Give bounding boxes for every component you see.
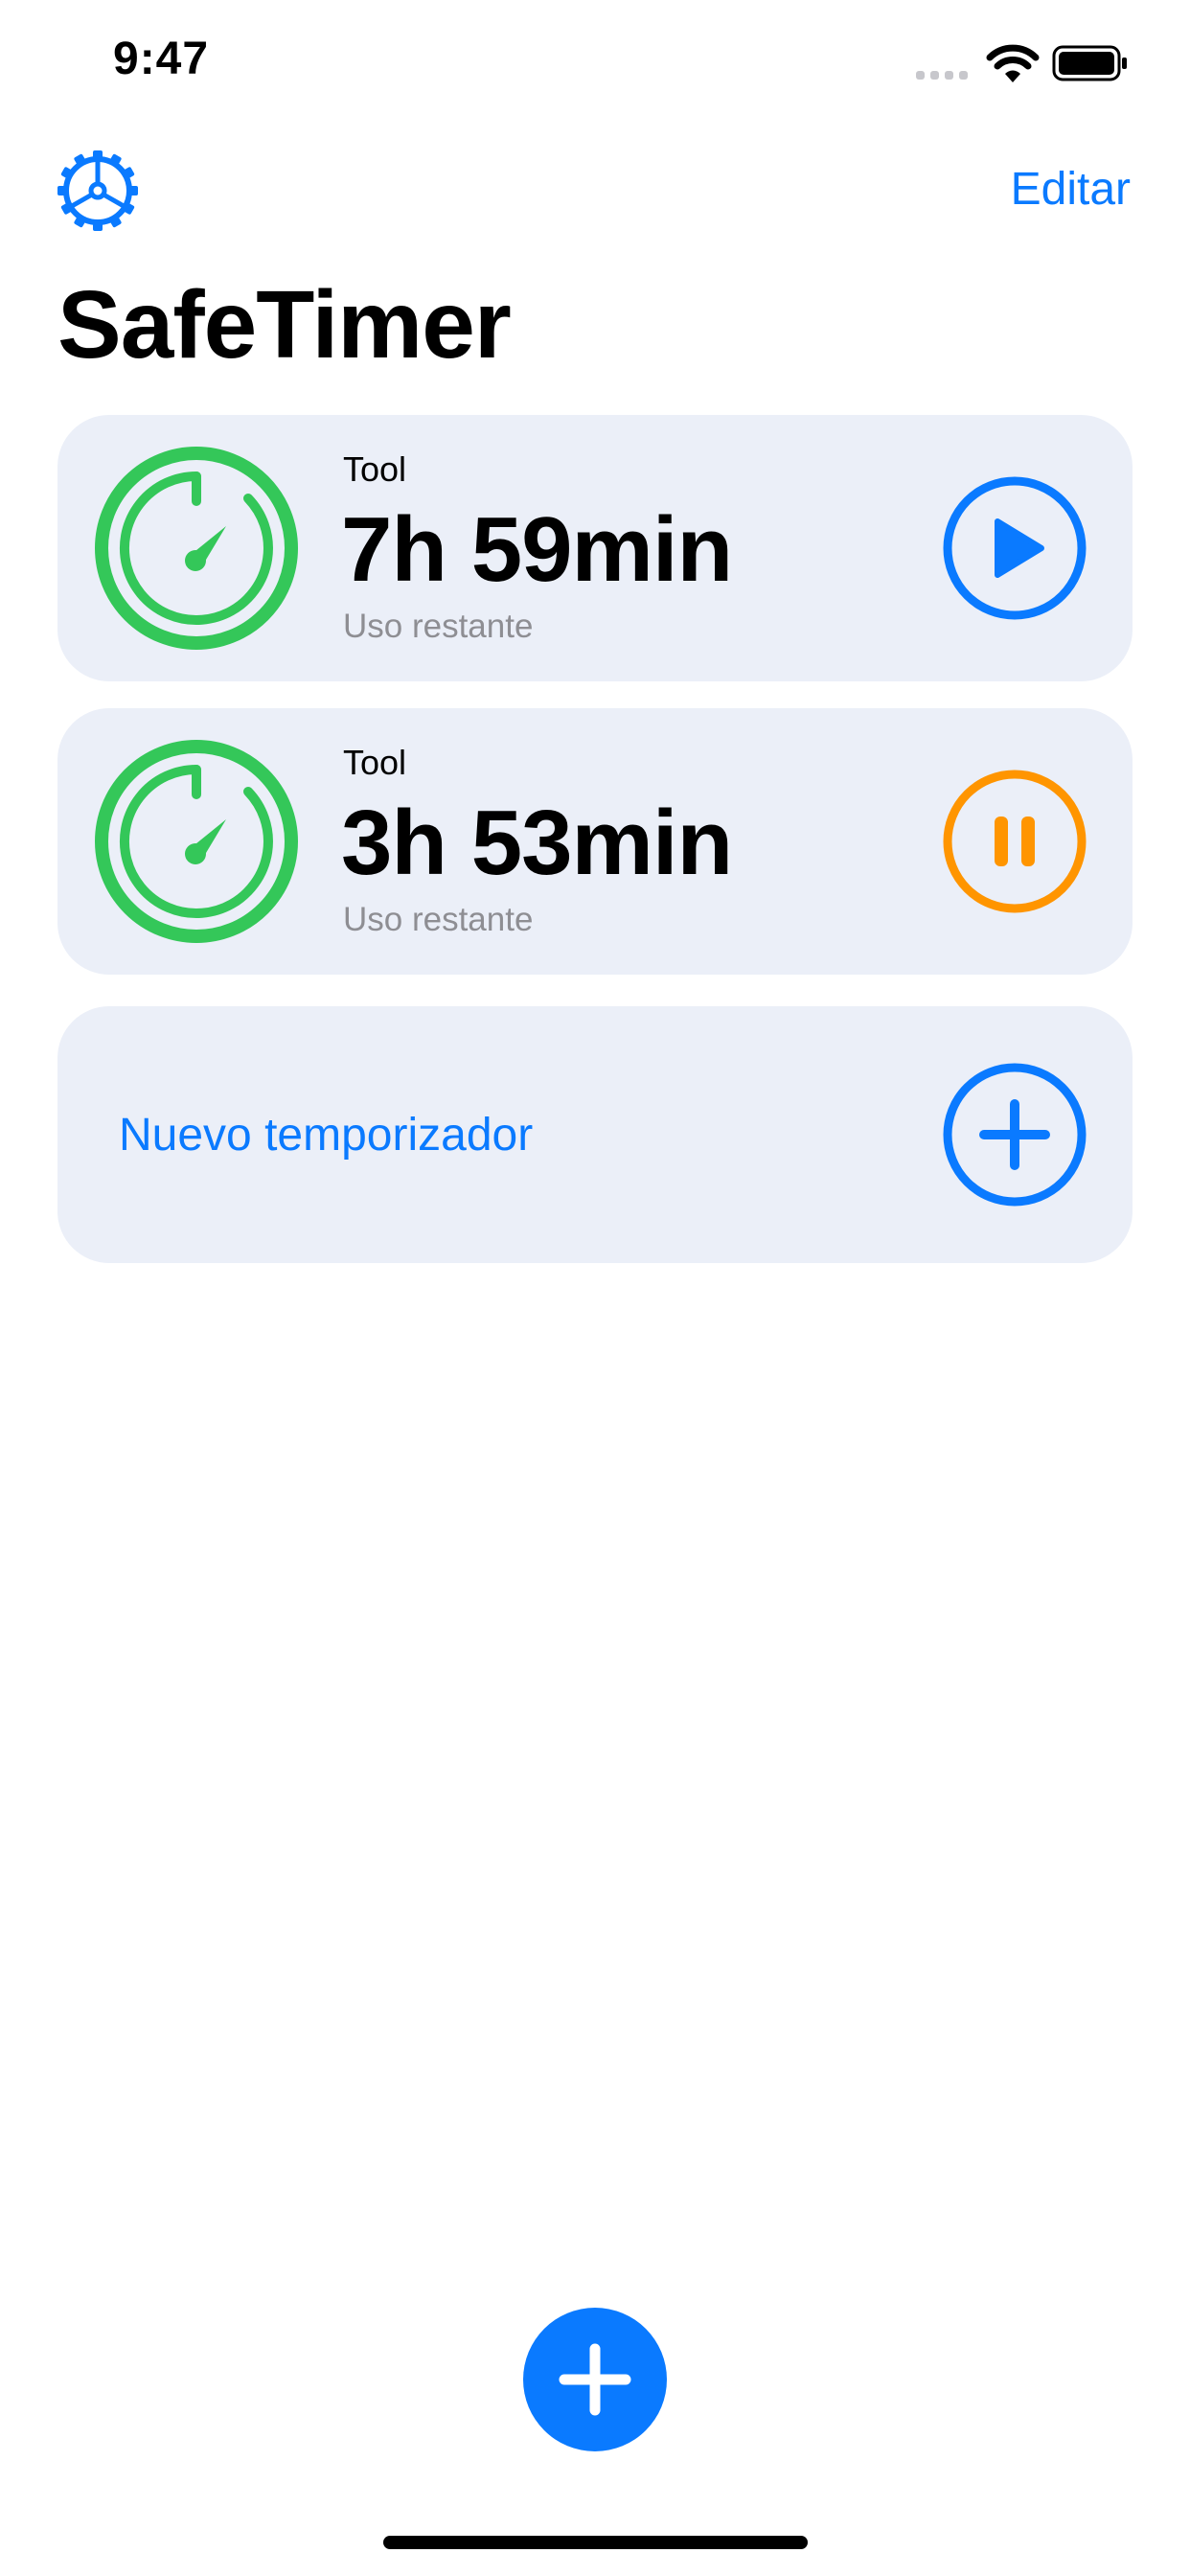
timer-card[interactable]: Tool 7h 59min Uso restante: [57, 415, 1133, 681]
signal-icon: [916, 71, 968, 80]
timer-subtitle: Uso restante: [343, 608, 534, 645]
gear-icon: [57, 150, 138, 231]
timer-name: Tool: [343, 449, 407, 489]
add-fab-button[interactable]: [523, 2308, 667, 2451]
home-indicator[interactable]: [383, 2536, 808, 2549]
plus-icon: [559, 2343, 631, 2416]
page-title: SafeTimer: [57, 271, 512, 379]
pause-button[interactable]: [942, 769, 1087, 914]
timer-remaining: 3h 53min: [341, 792, 733, 894]
add-timer-button[interactable]: [942, 1062, 1087, 1208]
status-bar: 9:47: [0, 0, 1190, 126]
new-timer-label[interactable]: Nuevo temporizador: [119, 1109, 533, 1162]
timer-subtitle: Uso restante: [343, 901, 534, 938]
play-icon: [995, 518, 1044, 578]
settings-button[interactable]: [57, 150, 138, 231]
status-time: 9:47: [113, 34, 210, 84]
timer-remaining: 7h 59min: [341, 498, 733, 601]
edit-button[interactable]: Editar: [1011, 163, 1131, 216]
new-timer-card[interactable]: Nuevo temporizador: [57, 1006, 1133, 1263]
wifi-icon: [986, 44, 1040, 82]
timer-ring-icon: [95, 447, 298, 650]
timer-name: Tool: [343, 743, 407, 782]
pause-icon: [995, 816, 1035, 866]
plus-circle-icon: [979, 1099, 1050, 1170]
timer-ring-icon: [95, 740, 298, 943]
play-button[interactable]: [942, 475, 1087, 621]
battery-icon: [1052, 45, 1127, 81]
timer-card[interactable]: Tool 3h 53min Uso restante: [57, 708, 1133, 975]
